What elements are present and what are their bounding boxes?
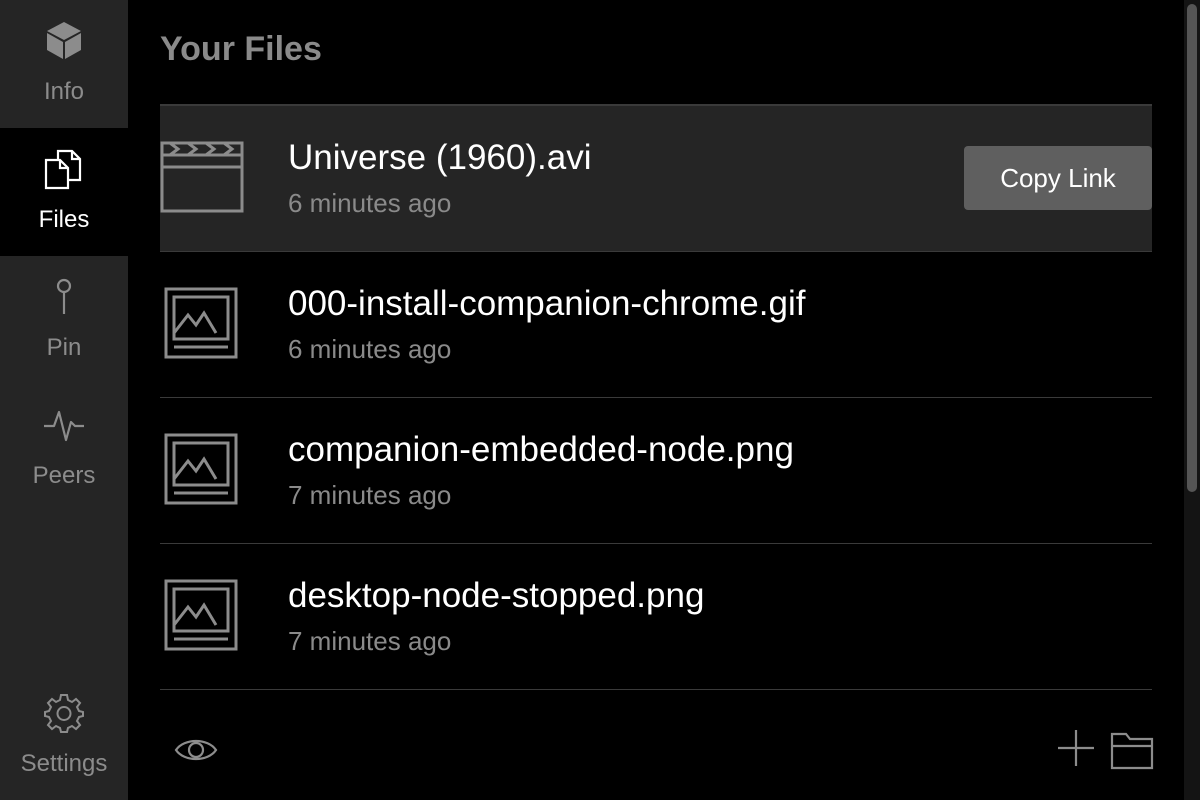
main-panel: Your Files Universe (1960).avi 6 minutes…	[128, 0, 1200, 800]
file-timestamp: 6 minutes ago	[288, 188, 452, 218]
sidebar-item-files[interactable]: Files	[0, 128, 128, 256]
file-timestamp: 7 minutes ago	[288, 626, 452, 656]
sidebar-item-peers[interactable]: Peers	[0, 384, 128, 512]
sidebar-item-info[interactable]: Info	[0, 0, 128, 128]
folder-icon[interactable]	[1110, 730, 1154, 770]
file-row[interactable]: 000-install-companion-chrome.gif 6 minut…	[160, 252, 1152, 398]
file-timestamp: 7 minutes ago	[288, 480, 452, 510]
image-file-icon	[160, 431, 244, 507]
file-name: companion-embedded-node.png	[288, 430, 794, 469]
cube-icon	[0, 20, 128, 64]
page-title: Your Files	[160, 30, 322, 68]
gear-icon	[0, 692, 128, 736]
file-row[interactable]: desktop-node-stopped.png 7 minutes ago	[160, 544, 1152, 690]
file-row[interactable]: companion-embedded-node.png 7 minutes ag…	[160, 398, 1152, 544]
image-file-icon	[160, 285, 244, 361]
scrollbar-thumb[interactable]	[1187, 4, 1197, 492]
file-list: Universe (1960).avi 6 minutes ago Copy L…	[160, 106, 1152, 690]
scrollbar[interactable]	[1184, 0, 1200, 800]
file-name: 000-install-companion-chrome.gif	[288, 284, 806, 323]
plus-icon[interactable]	[1056, 728, 1096, 768]
video-file-icon	[160, 139, 244, 215]
sidebar-item-label: Files	[38, 206, 90, 233]
sidebar-item-label: Peers	[32, 462, 96, 489]
sidebar-item-label: Pin	[46, 334, 82, 361]
file-row[interactable]: Universe (1960).avi 6 minutes ago Copy L…	[160, 106, 1152, 252]
eye-icon[interactable]	[174, 730, 218, 770]
pin-icon	[0, 276, 128, 320]
file-name: desktop-node-stopped.png	[288, 576, 705, 615]
sidebar-item-pin[interactable]: Pin	[0, 256, 128, 384]
pulse-icon	[0, 404, 128, 448]
sidebar: Info Files Pin Peers Settings	[0, 0, 128, 800]
sidebar-item-label: Info	[43, 78, 85, 105]
sidebar-item-label: Settings	[20, 750, 108, 777]
image-file-icon	[160, 577, 244, 653]
file-timestamp: 6 minutes ago	[288, 334, 452, 364]
file-name: Universe (1960).avi	[288, 138, 592, 177]
sidebar-item-settings[interactable]: Settings	[0, 672, 128, 800]
copy-link-button[interactable]: Copy Link	[964, 146, 1152, 210]
files-icon	[0, 148, 128, 192]
